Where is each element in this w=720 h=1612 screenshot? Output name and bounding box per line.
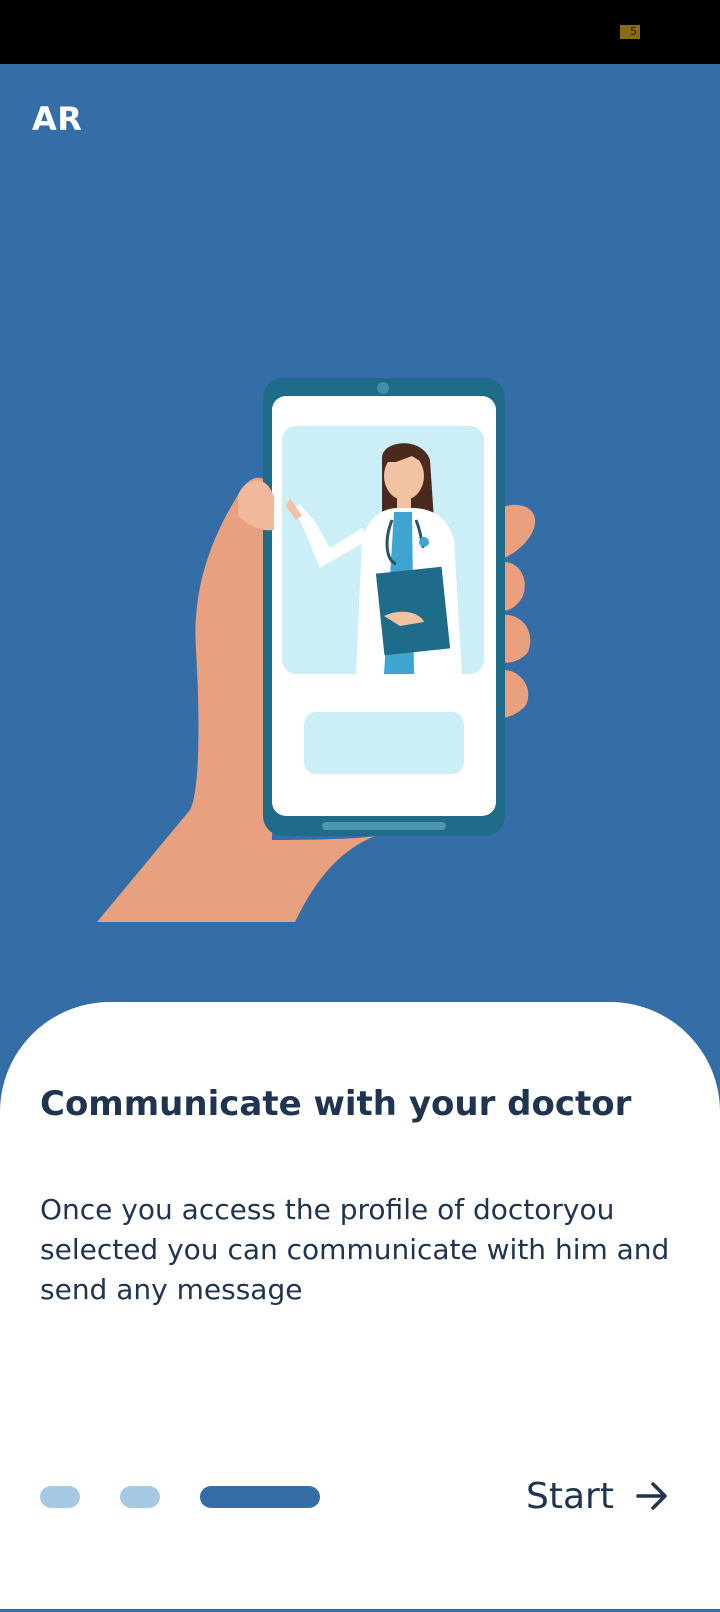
action-card [304,712,464,774]
phone-home-bar [322,822,446,830]
doctor-on-phone-illustration [97,378,536,922]
onboarding-title: Communicate with your doctor [40,1084,632,1124]
notification-badge: 5 [620,25,640,39]
status-bar: 5 [0,0,720,64]
finger-shape [500,504,536,560]
page-indicator-dot[interactable] [120,1486,160,1508]
onboarding-description: Once you access the profile of doctoryou… [40,1193,670,1306]
language-toggle-button[interactable]: AR [32,100,82,138]
start-button[interactable]: Start [526,1470,670,1522]
page-indicator-dot-active[interactable] [200,1486,320,1508]
phone-camera [377,382,389,394]
page-indicator-dot[interactable] [40,1486,80,1508]
arrow-right-icon [636,1482,667,1510]
start-button-label: Start [526,1475,614,1517]
